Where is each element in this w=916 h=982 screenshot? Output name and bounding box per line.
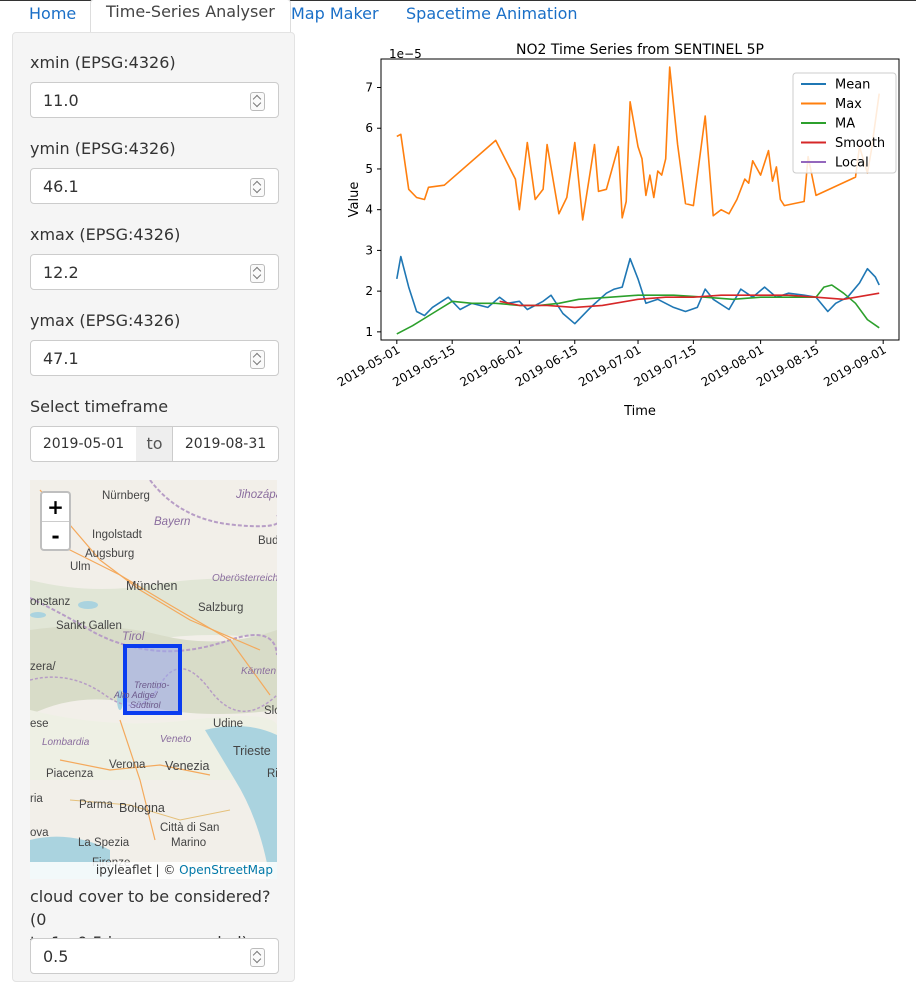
tab-map-maker[interactable]: Map Maker <box>291 2 379 34</box>
ymax-label: ymax (EPSG:4326) <box>30 311 181 330</box>
ymin-value: 46.1 <box>43 177 79 196</box>
map-label: Kärnten <box>241 666 276 677</box>
map-label: Trentino- <box>134 680 169 690</box>
end-date-input[interactable]: 2019-08-31 <box>172 426 279 462</box>
legend-label-local: Local <box>835 156 869 171</box>
map-label: Salzburg <box>198 602 243 614</box>
map-label: Ulm <box>70 561 90 573</box>
map-label: Südtirol <box>130 700 162 710</box>
map-label: Città di San <box>160 822 219 834</box>
map-label: Udine <box>213 718 243 730</box>
control-panel: xmin (EPSG:4326) 11.0 ymin (EPSG:4326) 4… <box>12 32 295 982</box>
map-label: München <box>126 579 177 593</box>
chart-title: NO2 Time Series from SENTINEL 5P <box>516 42 764 58</box>
series-line-ma <box>396 284 880 335</box>
series-line-mean <box>396 255 880 325</box>
no2-time-series-chart: NO2 Time Series from SENTINEL 5P 1e−5 1 2 3 4… <box>330 38 910 428</box>
map-label: Marino <box>171 837 206 849</box>
map-label: Bayern <box>154 516 190 528</box>
map-widget[interactable]: Nürnberg Jihozápa Bayern Ingolstadt Augs… <box>30 480 277 879</box>
map-label: Slo <box>264 705 277 717</box>
timeframe-label: Select timeframe <box>30 397 169 416</box>
zoom-out-button[interactable]: - <box>42 522 69 550</box>
map-label: Piacenza <box>46 768 94 780</box>
legend-label-max: Max <box>835 97 862 112</box>
map-label: Parma <box>79 799 113 811</box>
map-label: Nürnberg <box>102 490 150 502</box>
map-label: ria <box>30 793 43 805</box>
xmax-label: xmax (EPSG:4326) <box>30 225 181 244</box>
xmax-input[interactable]: 12.2 <box>30 254 279 290</box>
x-tick-label: 2019-09-01 <box>821 342 888 389</box>
map-label: Augsburg <box>85 548 134 560</box>
y-tick-label: 3 <box>365 243 373 257</box>
xmin-label: xmin (EPSG:4326) <box>30 53 176 72</box>
zoom-in-button[interactable]: + <box>42 493 69 521</box>
xmin-value: 11.0 <box>43 91 79 110</box>
map-label: Sankt Gallen <box>56 620 122 632</box>
map-label: ese <box>30 718 49 730</box>
xmax-spinner-icon[interactable] <box>250 264 265 283</box>
tab-spacetime-animation[interactable]: Spacetime Animation <box>406 2 578 34</box>
map-label: Venezia <box>165 759 210 773</box>
xmin-spinner-icon[interactable] <box>250 92 265 111</box>
map-label: La Spezia <box>78 837 130 849</box>
cloud-cover-input[interactable]: 0.5 <box>30 938 279 974</box>
map-label: Verona <box>109 759 146 771</box>
legend-label-smooth: Smooth <box>835 136 885 151</box>
attribution-prefix: ipyleaflet | © <box>95 863 180 877</box>
ymax-value: 47.1 <box>43 349 79 368</box>
cloud-cover-label-line-1: cloud cover to be considered? (0 <box>30 887 271 929</box>
ymax-input[interactable]: 47.1 <box>30 340 279 376</box>
date-range-separator: to <box>136 426 173 462</box>
x-tick-label: 2019-06-15 <box>513 342 580 389</box>
xmin-input[interactable]: 11.0 <box>30 82 279 118</box>
start-date-input[interactable]: 2019-05-01 <box>30 426 137 462</box>
y-tick-label: 6 <box>365 121 373 135</box>
map-label: Jihozápa <box>235 489 277 501</box>
map-label: Bud <box>258 535 277 547</box>
map-label: Bologna <box>119 801 165 815</box>
x-tick-label: 2019-07-15 <box>631 342 698 389</box>
ymin-input[interactable]: 46.1 <box>30 168 279 204</box>
ymin-spinner-icon[interactable] <box>250 178 265 197</box>
map-label: Oberösterreich <box>212 573 277 584</box>
map-label: Lombardia <box>42 737 90 748</box>
ymin-label: ymin (EPSG:4326) <box>30 139 176 158</box>
x-axis-label: Time <box>623 404 656 419</box>
y-tick-label: 7 <box>365 81 373 95</box>
map-label: zera/ <box>30 661 56 673</box>
y-tick-label: 2 <box>365 284 373 298</box>
xmax-value: 12.2 <box>43 263 79 282</box>
x-tick-label: 2019-05-15 <box>390 342 457 389</box>
legend-label-ma: MA <box>835 117 855 132</box>
cloud-cover-spinner-icon[interactable] <box>250 948 265 967</box>
map-label: Veneto <box>160 734 192 745</box>
timeframe-picker: 2019-05-01 to 2019-08-31 <box>30 426 279 462</box>
map-label: Tirol <box>122 631 145 643</box>
cloud-cover-value: 0.5 <box>43 947 69 966</box>
y-tick-label: 1 <box>365 325 373 339</box>
map-label: Ri <box>267 768 277 780</box>
map-label: Trieste <box>233 744 271 758</box>
map-attribution: ipyleaflet | © OpenStreetMap contributor… <box>30 862 277 879</box>
map-label: Alto Adige/ <box>113 690 159 700</box>
chart-svg: NO2 Time Series from SENTINEL 5P1e−51234… <box>335 42 900 419</box>
tab-time-series-analyser[interactable]: Time-Series Analyser <box>90 0 291 33</box>
y-tick-label: 4 <box>365 203 373 217</box>
x-tick-label: 2019-08-15 <box>754 342 821 389</box>
legend-label-mean: Mean <box>835 78 870 93</box>
zoom-control: + - <box>40 491 71 551</box>
tab-bar: Home Time-Series Analyser Map Maker Spac… <box>0 0 916 34</box>
map-label: Ingolstadt <box>92 529 143 541</box>
y-axis-label: Value <box>347 182 362 218</box>
map-label: ova <box>30 827 49 839</box>
ymax-spinner-icon[interactable] <box>250 350 265 369</box>
y-tick-label: 5 <box>365 162 373 176</box>
openstreetmap-link[interactable]: OpenStreetMap <box>179 863 273 877</box>
tab-home[interactable]: Home <box>29 2 76 34</box>
map-label: onstanz <box>30 596 71 608</box>
